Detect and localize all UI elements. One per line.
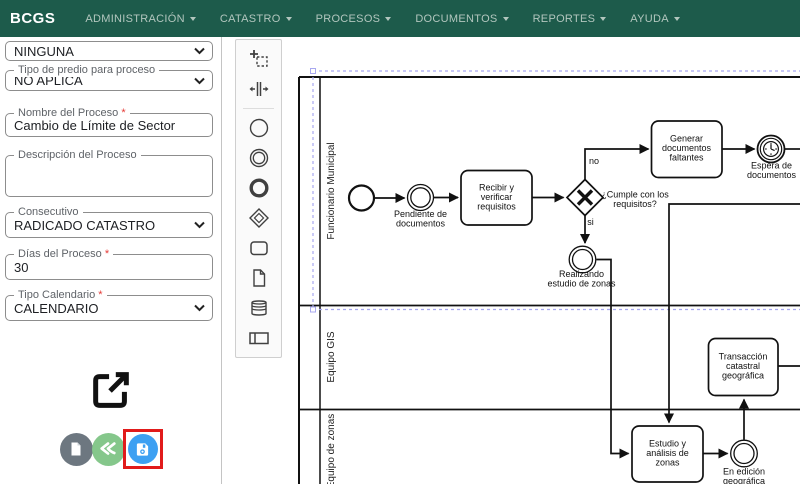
- intermediate-event-pendiente[interactable]: Pendiente dedocumentos: [394, 185, 447, 229]
- task-recibir-verificar[interactable]: Recibir yverificarrequisitos: [461, 171, 532, 226]
- lasso-tool-icon: [247, 47, 271, 71]
- caret-down-icon: [190, 17, 196, 21]
- task-estudio-analisis[interactable]: Estudio yanálisis dezonas: [632, 426, 703, 482]
- data-object-icon: [247, 266, 271, 290]
- intermediate-event-icon: [247, 146, 271, 170]
- clock-icon: [764, 142, 779, 157]
- timer-event-espera[interactable]: Espera dedocumentos: [747, 136, 797, 180]
- svg-text:Pendiente dedocumentos: Pendiente dedocumentos: [394, 209, 447, 228]
- palette-create-data-object[interactable]: [236, 263, 281, 293]
- exclusive-gateway[interactable]: ¿Cumple con losrequisitos?: [567, 180, 669, 216]
- file-icon: [68, 441, 84, 457]
- nav-item-catastro[interactable]: CATASTRO: [208, 13, 304, 25]
- gateway-icon: [247, 206, 271, 230]
- palette-create-start-event[interactable]: [236, 113, 281, 143]
- lane-label-equipo-de-zonas[interactable]: Equipo de zonas: [326, 414, 337, 484]
- palette-create-intermediate-event[interactable]: [236, 143, 281, 173]
- palette-separator: [243, 108, 274, 109]
- palette-space-tool[interactable]: [236, 74, 281, 104]
- chevron-down-icon: [194, 305, 205, 312]
- flow-realizando-to-estudio[interactable]: [597, 260, 629, 454]
- select-consecutivo[interactable]: Consecutivo RADICADO CATASTRO: [5, 212, 213, 238]
- nav-item-reportes[interactable]: REPORTES: [521, 13, 619, 25]
- palette-create-end-event[interactable]: [236, 173, 281, 203]
- svg-text:Realizandoestudio de zonas: Realizandoestudio de zonas: [547, 269, 616, 288]
- document-button[interactable]: [60, 433, 93, 466]
- chevron-down-icon: [194, 222, 205, 229]
- bpmn-diagram: Funcionario Municipal Equipo GIS Equipo …: [222, 37, 800, 484]
- external-link-icon: [88, 367, 134, 413]
- select-tipo-calendario[interactable]: Tipo Calendario * CALENDARIO: [5, 295, 213, 321]
- selection-handle[interactable]: [311, 69, 316, 74]
- nav-item-documentos[interactable]: DOCUMENTOS: [403, 13, 520, 25]
- bpmn-palette: [235, 39, 282, 358]
- lane-label-equipo-gis[interactable]: Equipo GIS: [326, 331, 337, 382]
- bpmn-canvas[interactable]: Funcionario Municipal Equipo GIS Equipo …: [222, 37, 800, 484]
- input-dias-proceso[interactable]: Días del Proceso * 30: [5, 254, 213, 280]
- textarea-descripcion[interactable]: Descripción del Proceso: [5, 155, 213, 197]
- intermediate-event-edicion[interactable]: En edicióngeográfica: [723, 440, 765, 484]
- nav-item-procesos[interactable]: PROCESOS: [304, 13, 404, 25]
- brand-logo[interactable]: BCGS: [10, 10, 55, 27]
- caret-down-icon: [503, 17, 509, 21]
- svg-text:En edicióngeográfica: En edicióngeográfica: [723, 467, 765, 484]
- save-button-highlight: [123, 429, 163, 469]
- intermediate-event-realizando[interactable]: Realizandoestudio de zonas: [547, 246, 616, 288]
- double-back-arrow-icon: [98, 440, 118, 458]
- palette-create-data-store[interactable]: [236, 293, 281, 323]
- form-action-buttons: [0, 429, 222, 469]
- open-diagram-button[interactable]: [0, 367, 222, 413]
- process-form-panel: NINGUNA Tipo de predio para proceso NO A…: [0, 37, 222, 484]
- save-button[interactable]: [128, 434, 158, 464]
- end-event-icon: [247, 176, 271, 200]
- nav-item-ayuda[interactable]: AYUDA: [618, 13, 692, 25]
- caret-down-icon: [286, 17, 292, 21]
- start-event-icon: [247, 116, 271, 140]
- selection-handle[interactable]: [311, 307, 316, 312]
- palette-create-task[interactable]: [236, 233, 281, 263]
- task-icon: [247, 236, 271, 260]
- task-transaccion-catastral[interactable]: Transaccióncatastralgeográfica: [709, 339, 779, 396]
- palette-create-gateway[interactable]: [236, 203, 281, 233]
- data-store-icon: [247, 296, 271, 320]
- task-generar-documentos[interactable]: Generardocumentosfaltantes: [652, 121, 723, 178]
- palette-create-participant[interactable]: [236, 323, 281, 353]
- svg-text:Espera dedocumentos: Espera dedocumentos: [747, 161, 797, 180]
- select-ninguna[interactable]: NINGUNA: [5, 41, 213, 61]
- caret-down-icon: [385, 17, 391, 21]
- caret-down-icon: [600, 17, 606, 21]
- caret-down-icon: [674, 17, 680, 21]
- chevron-down-icon: [194, 77, 205, 84]
- space-tool-icon: [247, 77, 271, 101]
- lane-label-funcionario-municipal[interactable]: Funcionario Municipal: [326, 142, 337, 239]
- start-event[interactable]: [349, 186, 374, 211]
- select-tipo-predio[interactable]: Tipo de predio para proceso NO APLICA: [5, 70, 213, 91]
- participant-icon: [247, 326, 271, 350]
- navbar: BCGS ADMINISTRACIÓN CATASTRO PROCESOS DO…: [0, 0, 800, 37]
- flow-label-si: si: [587, 217, 594, 227]
- lane-selection-outline: [311, 69, 800, 313]
- input-nombre-proceso[interactable]: Nombre del Proceso * Cambio de Límite de…: [5, 113, 213, 137]
- nav-item-administracion[interactable]: ADMINISTRACIÓN: [73, 13, 208, 25]
- palette-lasso-tool[interactable]: [236, 44, 281, 74]
- flow-label-no: no: [589, 156, 599, 166]
- svg-text:Recibir yverificarrequisitos: Recibir yverificarrequisitos: [477, 183, 516, 212]
- svg-text:¿Cumple con losrequisitos?: ¿Cumple con losrequisitos?: [601, 190, 669, 210]
- undo-button[interactable]: [92, 433, 125, 466]
- save-floppy-icon: [135, 442, 150, 457]
- chevron-down-icon: [194, 48, 205, 55]
